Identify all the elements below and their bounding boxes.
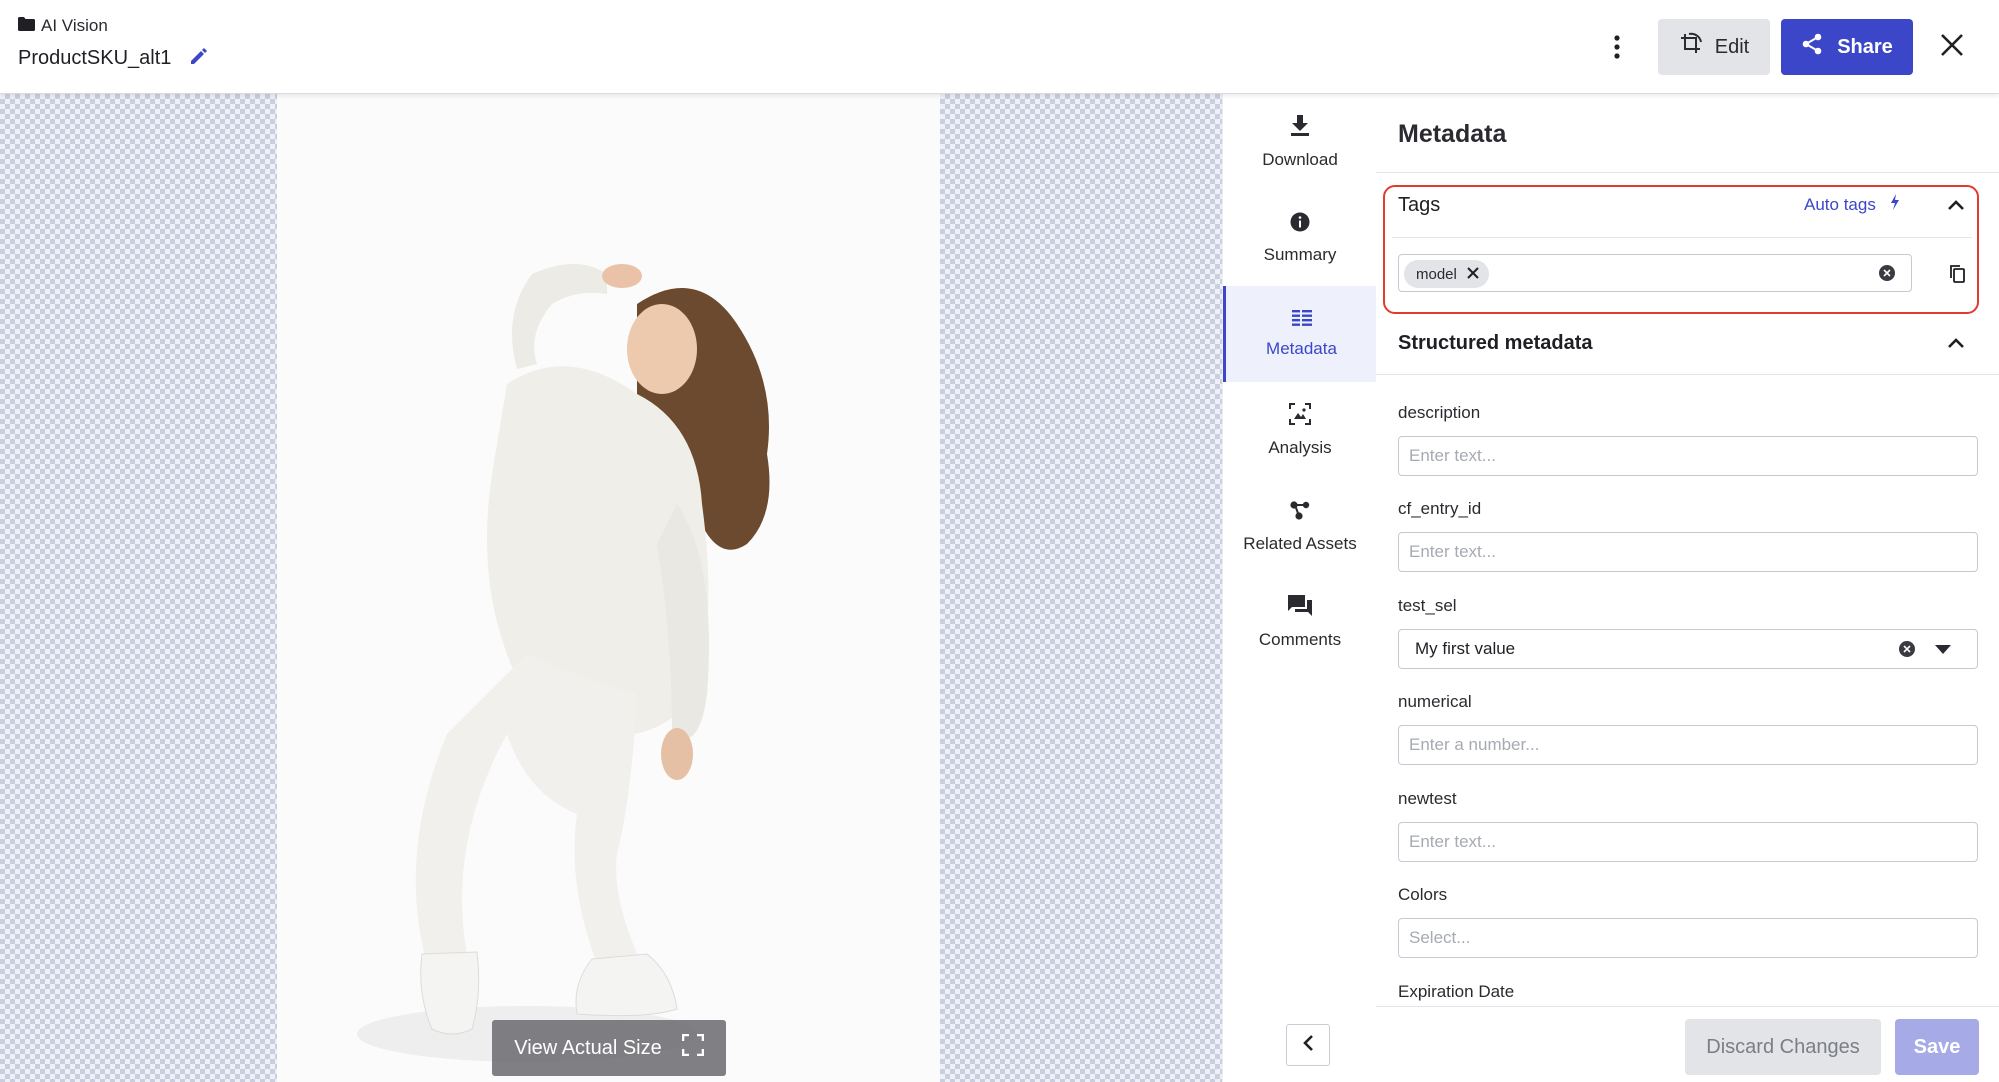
lightning-icon bbox=[1890, 194, 1900, 215]
clear-selection-icon[interactable] bbox=[1899, 641, 1915, 657]
tab-summary[interactable]: Summary bbox=[1223, 190, 1377, 286]
image-preview bbox=[0, 94, 1222, 1082]
tab-label: Download bbox=[1262, 149, 1338, 169]
numerical-field[interactable]: Enter a number... bbox=[1398, 725, 1978, 765]
chevron-up-icon[interactable] bbox=[1945, 194, 1967, 216]
share-label: Share bbox=[1837, 35, 1893, 58]
field-label-newtest: newtest bbox=[1398, 789, 1457, 808]
info-icon bbox=[1290, 212, 1310, 237]
discard-changes-button[interactable]: Discard Changes bbox=[1685, 1019, 1881, 1075]
copy-icon[interactable] bbox=[1948, 264, 1968, 284]
collapse-panel-button[interactable] bbox=[1286, 1024, 1330, 1066]
breadcrumb[interactable]: AI Vision bbox=[18, 16, 108, 36]
auto-tags-label: Auto tags bbox=[1804, 194, 1876, 214]
chevron-up-icon[interactable] bbox=[1945, 332, 1967, 354]
tag-chip-label: model bbox=[1416, 265, 1457, 283]
test-sel-value: My first value bbox=[1415, 639, 1516, 658]
breadcrumb-label: AI Vision bbox=[41, 16, 108, 35]
share-icon bbox=[1801, 33, 1823, 61]
field-label-expiration-date: Expiration Date bbox=[1398, 982, 1515, 1001]
close-icon[interactable] bbox=[1935, 28, 1969, 62]
view-actual-size-label: View Actual Size bbox=[514, 1036, 662, 1059]
folder-icon bbox=[18, 16, 35, 36]
metadata-list-icon bbox=[1291, 309, 1312, 331]
edit-button[interactable]: Edit bbox=[1658, 19, 1770, 75]
tab-analysis[interactable]: Analysis bbox=[1223, 382, 1377, 478]
tags-input[interactable]: model bbox=[1398, 254, 1912, 292]
tab-label: Analysis bbox=[1268, 437, 1332, 457]
newtest-field[interactable]: Enter text... bbox=[1398, 822, 1978, 862]
structured-metadata-heading: Structured metadata bbox=[1398, 332, 1593, 354]
caret-down-icon[interactable] bbox=[1935, 645, 1951, 654]
tags-heading: Tags bbox=[1398, 194, 1441, 216]
product-photo bbox=[277, 94, 940, 1082]
analysis-icon bbox=[1289, 402, 1311, 430]
pencil-icon[interactable] bbox=[189, 46, 209, 71]
tab-related-assets[interactable]: Related Assets bbox=[1223, 478, 1377, 574]
more-options-icon[interactable] bbox=[1600, 32, 1634, 62]
field-label-colors: Colors bbox=[1398, 885, 1448, 904]
tab-metadata[interactable]: Metadata bbox=[1223, 286, 1377, 382]
metadata-panel: Metadata Tags Auto tags model Structured… bbox=[1376, 94, 1999, 1082]
share-button[interactable]: Share bbox=[1781, 19, 1913, 75]
edit-label: Edit bbox=[1714, 35, 1750, 58]
tab-download[interactable]: Download bbox=[1223, 94, 1377, 190]
save-button[interactable]: Save bbox=[1895, 1019, 1979, 1075]
fullscreen-icon bbox=[681, 1033, 705, 1062]
tab-label: Comments bbox=[1258, 629, 1342, 649]
panel-footer: Discard Changes Save bbox=[1376, 1006, 1999, 1082]
asset-title: ProductSKU_alt1 bbox=[18, 47, 172, 69]
divider bbox=[1376, 374, 1999, 375]
chevron-left-icon bbox=[1302, 1034, 1314, 1057]
top-header: AI Vision ProductSKU_alt1 Edit Share bbox=[0, 0, 1999, 94]
tab-label: Summary bbox=[1263, 244, 1337, 264]
tag-chip[interactable]: model bbox=[1404, 260, 1489, 288]
field-label-description: description bbox=[1398, 403, 1481, 422]
field-label-cf-entry-id: cf_entry_id bbox=[1398, 499, 1482, 518]
remove-tag-icon[interactable] bbox=[1467, 266, 1479, 283]
divider bbox=[1376, 172, 1999, 173]
test-sel-select[interactable]: My first value bbox=[1398, 629, 1978, 669]
download-icon bbox=[1290, 114, 1310, 142]
cf-entry-id-field[interactable]: Enter text... bbox=[1398, 532, 1978, 572]
clear-tags-icon[interactable] bbox=[1879, 265, 1895, 281]
field-label-test-sel: test_sel bbox=[1398, 596, 1457, 615]
crop-rotate-icon bbox=[1679, 32, 1703, 62]
colors-select[interactable]: Select... bbox=[1398, 918, 1978, 958]
tab-label: Related Assets bbox=[1243, 533, 1357, 553]
divider bbox=[1392, 237, 1972, 238]
tab-label: Metadata bbox=[1266, 338, 1337, 358]
comments-icon bbox=[1288, 594, 1312, 622]
field-label-numerical: numerical bbox=[1398, 692, 1472, 711]
description-field[interactable]: Enter text... bbox=[1398, 436, 1978, 476]
side-tabs: Download Summary Metadata Analysis Relat… bbox=[1222, 94, 1377, 1082]
view-actual-size-button[interactable]: View Actual Size bbox=[492, 1020, 726, 1076]
auto-tags-button[interactable]: Auto tags bbox=[1804, 194, 1900, 215]
tab-comments[interactable]: Comments bbox=[1223, 574, 1377, 670]
panel-title: Metadata bbox=[1398, 120, 1507, 148]
related-assets-icon bbox=[1289, 499, 1311, 526]
